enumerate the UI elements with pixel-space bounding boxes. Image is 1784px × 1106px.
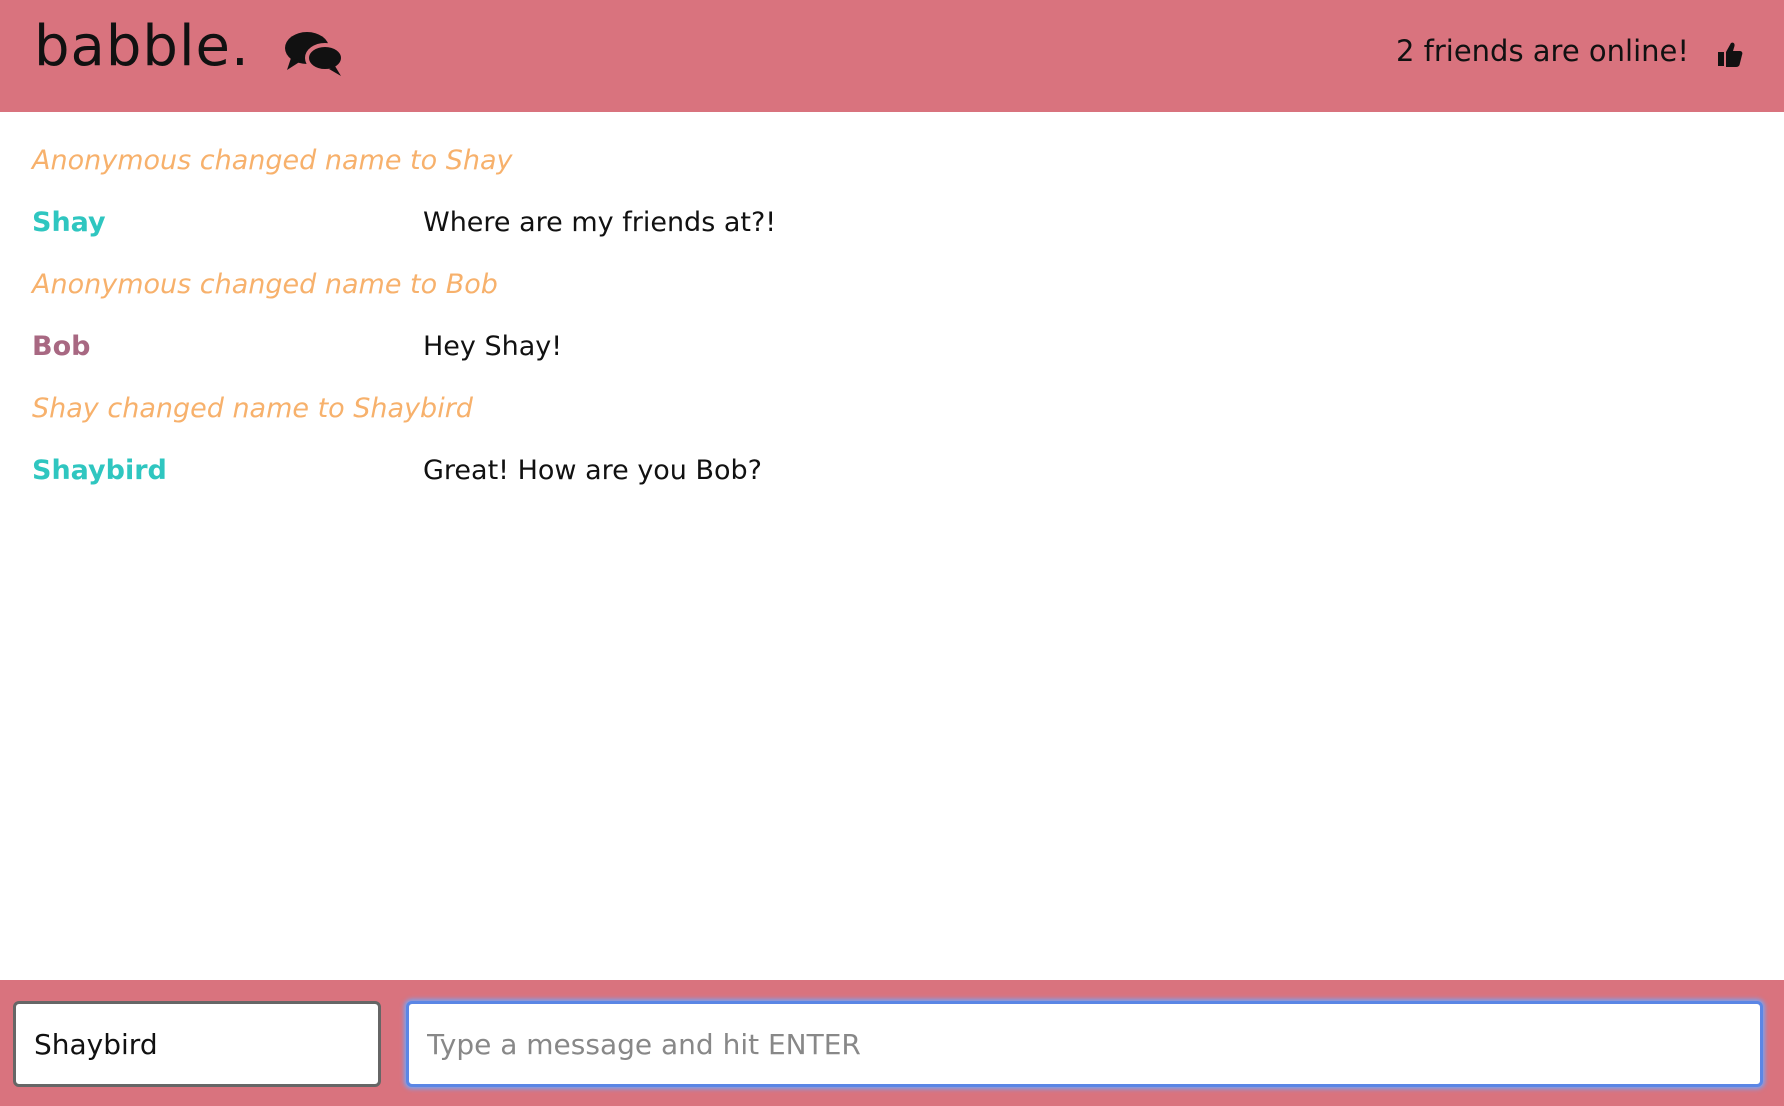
composer-bar xyxy=(0,980,1784,1106)
system-message-text: Shay changed name to Shaybird xyxy=(32,393,473,424)
system-message-text: Anonymous changed name to Shay xyxy=(32,145,513,176)
chat-app: babble. 2 friends are online! Anonymous … xyxy=(0,0,1784,1106)
online-status: 2 friends are online! xyxy=(1395,34,1689,68)
system-message: Shay changed name to Shaybird xyxy=(32,389,1732,429)
system-message: Anonymous changed name to Bob xyxy=(32,265,1732,305)
header-bar: babble. 2 friends are online! xyxy=(0,0,1784,112)
message-author: Bob xyxy=(32,331,91,362)
chat-message: Shay Where are my friends at?! xyxy=(32,203,1732,243)
username-input[interactable] xyxy=(13,1001,381,1087)
message-list: Anonymous changed name to Shay Shay Wher… xyxy=(0,112,1784,980)
message-text: Where are my friends at?! xyxy=(423,207,777,238)
chat-message: Shaybird Great! How are you Bob? xyxy=(32,451,1732,491)
chat-message: Bob Hey Shay! xyxy=(32,327,1732,367)
message-input[interactable] xyxy=(406,1001,1763,1087)
brand-logo: babble. xyxy=(34,14,250,79)
system-message-text: Anonymous changed name to Bob xyxy=(32,269,498,300)
message-author: Shaybird xyxy=(32,455,167,486)
message-text: Great! How are you Bob? xyxy=(423,455,763,486)
message-text: Hey Shay! xyxy=(423,331,563,362)
message-author: Shay xyxy=(32,207,106,238)
system-message: Anonymous changed name to Shay xyxy=(32,141,1732,181)
